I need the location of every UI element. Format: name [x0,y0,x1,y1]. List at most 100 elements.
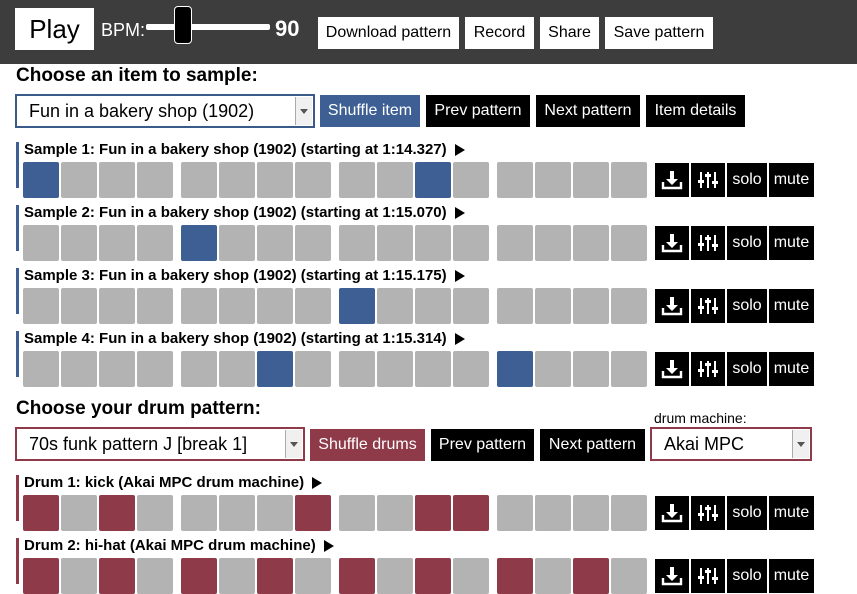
sample-step-cell[interactable] [257,225,293,261]
play-preview-icon[interactable] [454,269,465,282]
drum-step-cell[interactable] [61,558,97,594]
solo-button[interactable]: solo [727,352,767,386]
drum-step-cell[interactable] [257,495,293,531]
drum-step-cell[interactable] [99,495,135,531]
sample-step-cell[interactable] [573,162,609,198]
download-pattern-button[interactable]: Download pattern [318,17,459,49]
mixer-sliders-icon[interactable] [691,163,725,197]
sample-step-cell[interactable] [295,351,331,387]
drum-step-cell[interactable] [137,495,173,531]
sample-step-cell[interactable] [453,351,489,387]
drum-step-cell[interactable] [573,495,609,531]
drum-step-cell[interactable] [61,495,97,531]
drum-step-cell[interactable] [535,558,571,594]
play-preview-icon[interactable] [454,206,465,219]
sample-step-cell[interactable] [257,288,293,324]
sample-step-cell[interactable] [181,225,217,261]
sample-step-cell[interactable] [377,225,413,261]
drum-step-cell[interactable] [415,495,451,531]
download-icon[interactable] [655,559,689,593]
sample-step-cell[interactable] [61,351,97,387]
sample-step-cell[interactable] [181,288,217,324]
drum-step-cell[interactable] [453,495,489,531]
shuffle-item-button[interactable]: Shuffle item [320,95,420,127]
sample-step-cell[interactable] [415,351,451,387]
sample-step-cell[interactable] [415,225,451,261]
drum-step-cell[interactable] [295,558,331,594]
sample-step-cell[interactable] [137,351,173,387]
play-button[interactable]: Play [15,8,94,50]
sample-step-cell[interactable] [99,225,135,261]
mixer-sliders-icon[interactable] [691,559,725,593]
shuffle-drums-button[interactable]: Shuffle drums [310,429,425,461]
sample-step-cell[interactable] [137,288,173,324]
item-prev-pattern-button[interactable]: Prev pattern [426,95,530,127]
drum-step-cell[interactable] [377,495,413,531]
sample-step-cell[interactable] [535,288,571,324]
item-details-button[interactable]: Item details [646,95,745,127]
drum-step-cell[interactable] [219,495,255,531]
sample-step-cell[interactable] [535,225,571,261]
mute-button[interactable]: mute [769,163,814,197]
drum-step-cell[interactable] [611,558,647,594]
sample-step-cell[interactable] [453,162,489,198]
play-preview-icon[interactable] [323,539,334,552]
sample-step-cell[interactable] [23,225,59,261]
sample-step-cell[interactable] [497,225,533,261]
drum-step-cell[interactable] [23,558,59,594]
sample-step-cell[interactable] [219,288,255,324]
drum-step-cell[interactable] [611,495,647,531]
drum-step-cell[interactable] [99,558,135,594]
mixer-sliders-icon[interactable] [691,289,725,323]
mute-button[interactable]: mute [769,352,814,386]
sample-step-cell[interactable] [181,162,217,198]
sample-step-cell[interactable] [497,162,533,198]
sample-step-cell[interactable] [137,225,173,261]
sample-step-cell[interactable] [61,225,97,261]
solo-button[interactable]: solo [727,559,767,593]
drum-step-cell[interactable] [257,558,293,594]
drum-next-pattern-button[interactable]: Next pattern [540,429,645,461]
sample-step-cell[interactable] [611,351,647,387]
sample-step-cell[interactable] [295,288,331,324]
sample-step-cell[interactable] [295,225,331,261]
sample-step-cell[interactable] [611,225,647,261]
drum-machine-select[interactable]: Akai MPC [650,427,812,461]
record-button[interactable]: Record [465,17,534,49]
drum-step-cell[interactable] [23,495,59,531]
drum-step-cell[interactable] [453,558,489,594]
mixer-sliders-icon[interactable] [691,496,725,530]
play-preview-icon[interactable] [454,143,465,156]
drum-step-cell[interactable] [573,558,609,594]
solo-button[interactable]: solo [727,163,767,197]
drum-step-cell[interactable] [219,558,255,594]
sample-step-cell[interactable] [497,288,533,324]
sample-step-cell[interactable] [339,225,375,261]
sample-step-cell[interactable] [339,288,375,324]
download-icon[interactable] [655,496,689,530]
play-preview-icon[interactable] [454,332,465,345]
sample-step-cell[interactable] [377,162,413,198]
sample-step-cell[interactable] [99,288,135,324]
play-preview-icon[interactable] [312,476,323,489]
sample-step-cell[interactable] [415,162,451,198]
sample-step-cell[interactable] [535,351,571,387]
download-icon[interactable] [655,163,689,197]
sample-step-cell[interactable] [415,288,451,324]
download-icon[interactable] [655,352,689,386]
sample-step-cell[interactable] [453,288,489,324]
share-button[interactable]: Share [540,17,599,49]
sample-step-cell[interactable] [611,162,647,198]
mixer-sliders-icon[interactable] [691,226,725,260]
drum-step-cell[interactable] [295,495,331,531]
sample-step-cell[interactable] [573,288,609,324]
save-pattern-button[interactable]: Save pattern [605,17,713,49]
sample-step-cell[interactable] [23,351,59,387]
sample-step-cell[interactable] [61,288,97,324]
drum-step-cell[interactable] [339,495,375,531]
sample-step-cell[interactable] [453,225,489,261]
mute-button[interactable]: mute [769,496,814,530]
sample-step-cell[interactable] [99,351,135,387]
drum-step-cell[interactable] [339,558,375,594]
sample-step-cell[interactable] [219,162,255,198]
